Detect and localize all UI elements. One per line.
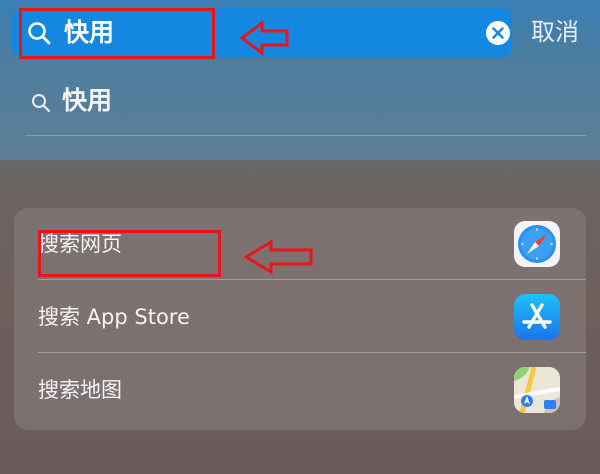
divider: [26, 135, 586, 136]
safari-icon: [514, 221, 560, 267]
annotation-box: [19, 8, 215, 59]
search-suggestion[interactable]: 快用: [24, 84, 586, 132]
search-app-store-row[interactable]: 搜索 App Store: [14, 281, 586, 353]
close-icon: [492, 27, 504, 39]
divider: [38, 279, 586, 280]
search-maps-label: 搜索地图: [38, 378, 122, 402]
search-maps-row[interactable]: 搜索地图: [14, 354, 586, 426]
annotation-box: [38, 230, 221, 277]
suggestion-text: 快用: [62, 86, 113, 115]
arrow-left-icon: [244, 239, 313, 275]
divider: [38, 352, 586, 353]
maps-icon: [514, 367, 560, 413]
arrow-left-icon: [240, 20, 289, 56]
app-store-icon: [514, 294, 560, 340]
search-app-store-label: 搜索 App Store: [38, 305, 190, 329]
clear-search-button[interactable]: [486, 21, 510, 45]
search-icon: [32, 94, 51, 113]
cancel-button[interactable]: 取消: [531, 16, 579, 48]
